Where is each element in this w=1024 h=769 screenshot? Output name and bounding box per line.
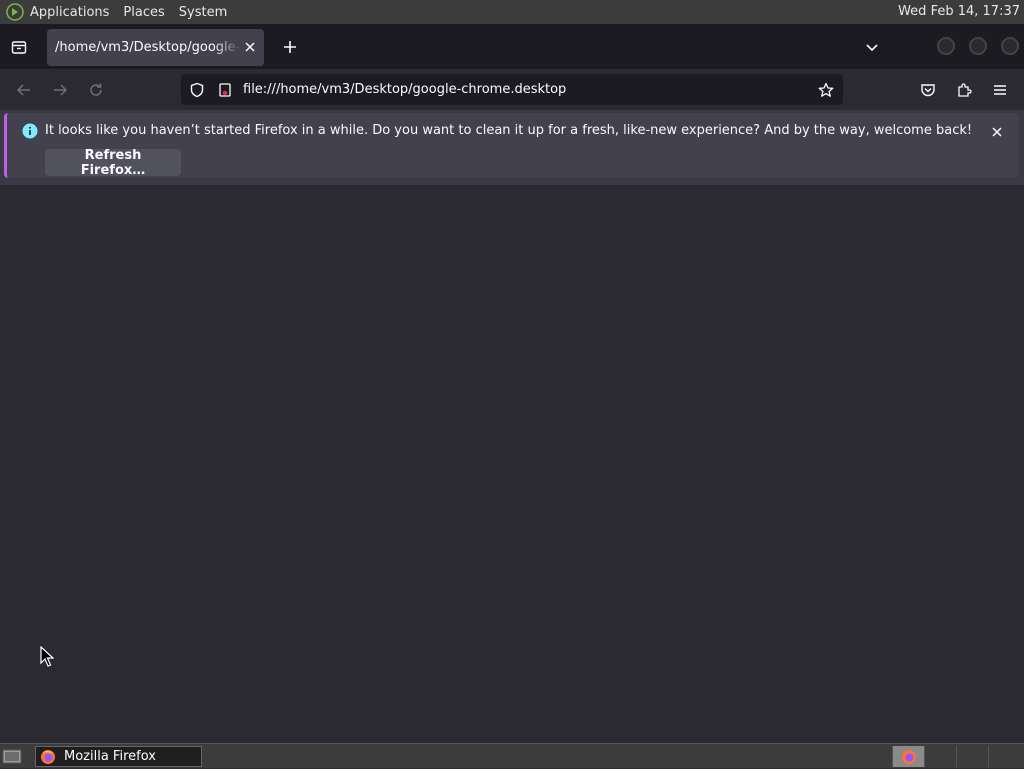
bookmark-star-icon[interactable]: [817, 81, 835, 99]
notification-message: It looks like you haven’t started Firefo…: [45, 123, 973, 138]
workspace-4[interactable]: [988, 746, 1020, 767]
forward-arrow-icon[interactable]: [50, 80, 70, 100]
firefox-icon: [901, 749, 916, 764]
distro-logo-icon[interactable]: [6, 3, 24, 21]
tab-title: /home/vm3/Desktop/google-chrome.desktop: [55, 40, 241, 55]
firefox-view-icon[interactable]: [8, 36, 30, 58]
extensions-icon[interactable]: [954, 80, 974, 100]
maximize-window-button[interactable]: [969, 37, 987, 55]
back-arrow-icon[interactable]: [14, 80, 34, 100]
show-desktop-icon[interactable]: [2, 747, 22, 765]
info-icon: [22, 123, 38, 139]
clock[interactable]: Wed Feb 14, 17:37: [898, 4, 1020, 19]
taskbar-item-firefox[interactable]: Mozilla Firefox: [35, 746, 202, 767]
taskbar-item-label: Mozilla Firefox: [64, 749, 156, 764]
chevron-down-icon[interactable]: [862, 37, 882, 57]
top-panel: Applications Places System Wed Feb 14, 1…: [0, 0, 1024, 24]
navigation-toolbar: [0, 69, 1024, 110]
workspace-1[interactable]: [892, 746, 924, 767]
url-bar[interactable]: [181, 74, 843, 105]
page-content[interactable]: [0, 185, 1024, 743]
shield-icon[interactable]: [188, 81, 206, 99]
refresh-notification-bar: It looks like you haven’t started Firefo…: [4, 113, 1019, 178]
mouse-cursor-icon: [40, 646, 54, 667]
places-menu[interactable]: Places: [123, 5, 164, 20]
minimize-window-button[interactable]: [937, 37, 955, 55]
workspace-switcher: [892, 746, 1022, 767]
firefox-icon: [41, 749, 55, 764]
tab-strip: /home/vm3/Desktop/google-chrome.desktop: [0, 24, 1024, 69]
pocket-icon[interactable]: [918, 80, 938, 100]
refresh-firefox-button[interactable]: Refresh Firefox…: [45, 148, 181, 178]
applications-menu[interactable]: Applications: [30, 5, 109, 20]
close-icon[interactable]: [989, 124, 1005, 140]
workspace-3[interactable]: [956, 746, 988, 767]
workspace-2[interactable]: [924, 746, 956, 767]
page-info-icon[interactable]: [216, 81, 234, 99]
url-input[interactable]: [243, 78, 803, 100]
hamburger-menu-icon[interactable]: [990, 80, 1010, 100]
new-tab-icon[interactable]: [280, 37, 300, 57]
system-menu[interactable]: System: [179, 5, 227, 20]
tab-google-chrome-desktop[interactable]: /home/vm3/Desktop/google-chrome.desktop: [47, 29, 264, 66]
close-window-button[interactable]: [1001, 37, 1019, 55]
close-tab-icon[interactable]: [242, 39, 258, 55]
bottom-taskbar: Mozilla Firefox: [0, 743, 1024, 768]
reload-icon[interactable]: [86, 80, 106, 100]
